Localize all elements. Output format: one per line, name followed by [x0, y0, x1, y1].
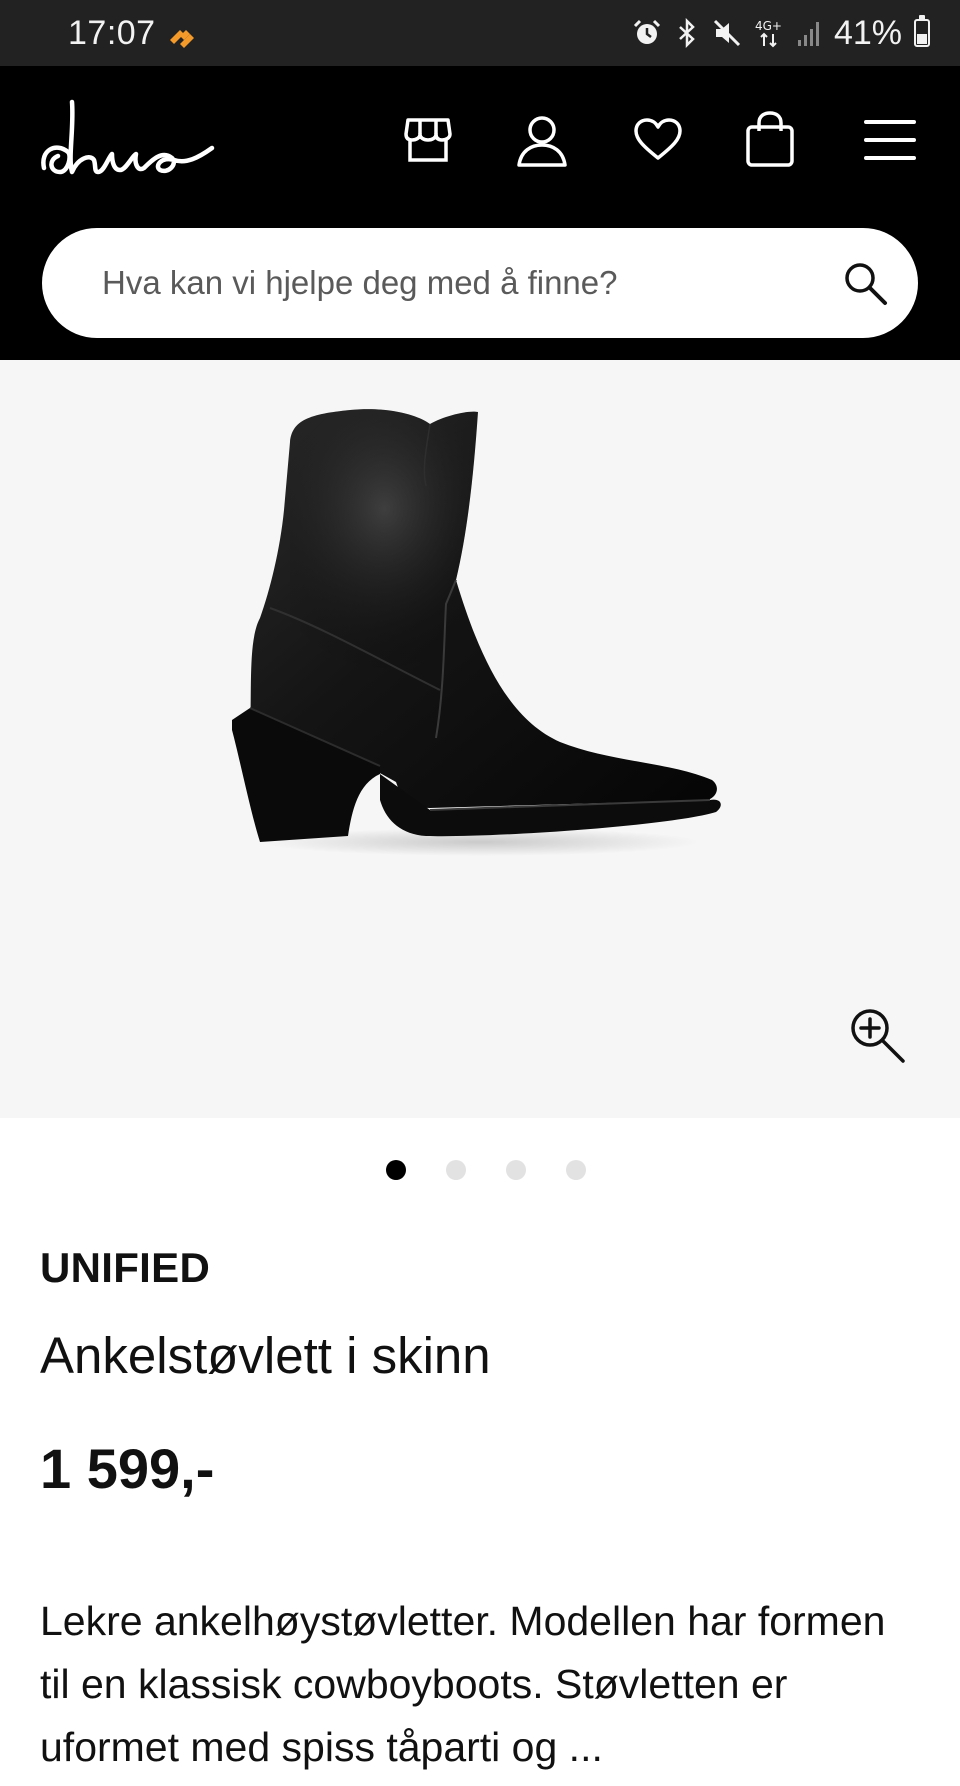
shopping-bag-icon[interactable] [740, 110, 800, 170]
carousel-pagination [0, 1160, 960, 1180]
product-image[interactable] [230, 390, 730, 870]
mute-icon [713, 19, 740, 47]
status-time: 17:07 [68, 14, 156, 52]
product-description: Lekre ankelhøystøvletter. Modellen har f… [40, 1598, 886, 1770]
product-brand[interactable]: UNIFIED [40, 1244, 210, 1292]
product-name: Ankelstøvlett i skinn [40, 1327, 491, 1384]
carousel-dot-1[interactable] [386, 1160, 406, 1180]
network-label: 4G+ [755, 19, 782, 33]
carousel-dot-2[interactable] [446, 1160, 466, 1180]
alarm-icon [633, 19, 660, 44]
account-icon[interactable] [512, 110, 572, 170]
battery-icon [914, 15, 930, 47]
status-bar: 17:07 4G+ 41% [0, 0, 960, 66]
status-icons: 4G+ 41% [632, 14, 930, 52]
product-image-gallery[interactable] [0, 360, 960, 1118]
heart-icon[interactable] [628, 110, 688, 170]
product-price: 1 599,- [40, 1437, 215, 1500]
zoom-in-icon[interactable] [848, 1006, 908, 1066]
network-4g-icon: 4G+ [755, 19, 782, 48]
bluetooth-icon [679, 18, 695, 48]
carousel-dot-4[interactable] [566, 1160, 586, 1180]
app-notification-icon [170, 30, 194, 48]
search-input[interactable] [102, 228, 822, 338]
signal-icon [797, 22, 819, 46]
battery-percent: 41% [833, 14, 902, 52]
search-bar[interactable] [42, 228, 918, 338]
carousel-dot-3[interactable] [506, 1160, 526, 1180]
search-icon[interactable] [842, 260, 888, 306]
menu-icon[interactable] [860, 110, 920, 170]
store-icon[interactable] [398, 110, 458, 170]
dna-logo[interactable]: dna [38, 98, 218, 194]
site-header: dna [0, 66, 960, 360]
